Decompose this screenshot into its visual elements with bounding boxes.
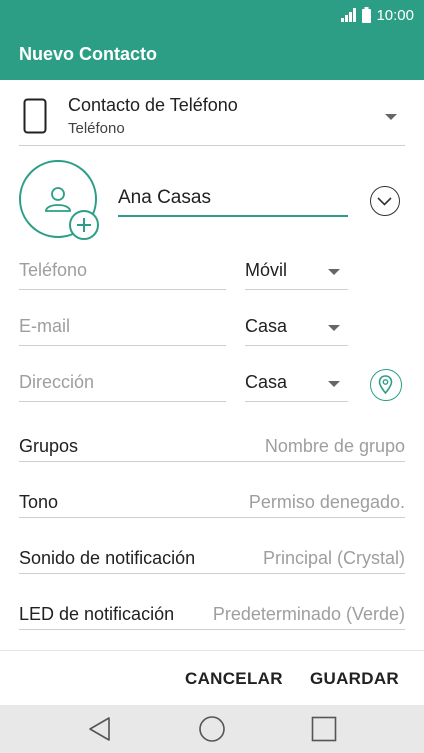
contact-photo-button[interactable] [19,160,99,240]
email-type-select[interactable]: Casa [245,310,348,346]
status-bar: 10:00 [0,0,424,30]
dropdown-arrow-icon [328,381,340,387]
cancel-button[interactable]: CANCELAR [185,669,283,689]
chevron-down-icon [377,197,392,206]
address-type-value: Casa [245,372,288,392]
account-selector[interactable]: Contacto de Teléfono Teléfono [19,90,405,146]
dropdown-arrow-icon [328,269,340,275]
notification-led-label: LED de notificación [19,604,175,624]
account-name: Contacto de Teléfono [68,95,238,115]
action-bar: CANCELAR GUARDAR [0,650,424,706]
app-bar: Nuevo Contacto [0,30,424,80]
address-type-select[interactable]: Casa [245,366,348,402]
page-title: Nuevo Contacto [19,44,158,64]
phone-input[interactable] [19,260,226,281]
ringtone-row[interactable]: Tono Permiso denegado. [19,482,405,518]
phone-type-select[interactable]: Móvil [245,254,348,290]
dropdown-arrow-icon [385,114,397,120]
notification-sound-value: Principal (Crystal) [262,548,405,568]
ringtone-value: Permiso denegado. [248,492,405,512]
map-location-button[interactable] [370,369,402,401]
back-icon[interactable] [87,716,113,742]
phone-type-value: Móvil [245,260,288,280]
name-input[interactable] [118,187,348,209]
account-type: Teléfono [68,120,125,137]
phone-icon [23,98,47,134]
status-time: 10:00 [376,6,414,24]
groups-label: Grupos [19,436,79,456]
add-photo-badge [69,210,99,240]
navigation-bar [0,705,424,753]
email-type-value: Casa [245,316,288,336]
dropdown-arrow-icon [328,325,340,331]
address-input[interactable] [19,372,226,393]
battery-icon [362,7,372,23]
notification-led-row[interactable]: LED de notificación Predeterminado (Verd… [19,594,405,630]
address-field[interactable] [19,366,226,402]
notification-sound-label: Sonido de notificación [19,548,196,568]
phone-field[interactable] [19,254,226,290]
status-icons: 10:00 [341,6,414,24]
expand-name-button[interactable] [370,186,400,216]
ringtone-label: Tono [19,492,59,512]
plus-icon [77,218,91,232]
email-field[interactable] [19,310,226,346]
recents-icon[interactable] [311,716,337,742]
location-pin-icon [378,375,393,395]
groups-value: Nombre de grupo [264,436,405,456]
home-icon[interactable] [198,715,226,743]
notification-sound-row[interactable]: Sonido de notificación Principal (Crysta… [19,538,405,574]
signal-icon [341,8,357,22]
name-field[interactable] [118,181,348,217]
email-input[interactable] [19,316,226,337]
notification-led-value: Predeterminado (Verde) [212,604,405,624]
person-icon [45,187,71,212]
save-button[interactable]: GUARDAR [310,669,399,689]
groups-row[interactable]: Grupos Nombre de grupo [19,426,405,462]
